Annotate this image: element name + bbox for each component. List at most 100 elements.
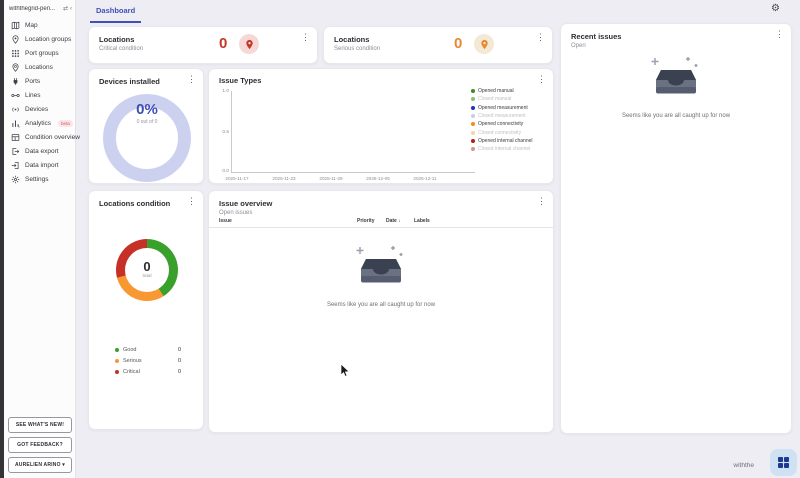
workspace-switch-icon[interactable]: ⇄ <box>63 6 68 12</box>
kebab-menu-icon[interactable]: ⋮ <box>187 197 196 206</box>
legend-dot <box>471 97 475 101</box>
kebab-menu-icon[interactable]: ⋮ <box>187 75 196 84</box>
tab-dashboard[interactable]: Dashboard <box>90 6 141 23</box>
sidebar-footer: SEE WHAT'S NEW! GOT FEEDBACK? AURELIEN A… <box>4 413 76 473</box>
sidebar-item-label: Analytics <box>25 120 51 127</box>
data-export-icon <box>11 147 20 156</box>
condition-legend: Good0Serious0Critical0 <box>115 344 181 377</box>
legend-label: Closed connectivity <box>478 130 521 136</box>
workspace-name: withthegrid-pen... <box>9 6 61 12</box>
analytics-icon <box>11 119 20 128</box>
condition-legend-item[interactable]: Good0 <box>115 344 181 355</box>
sidebar-item-settings[interactable]: Settings <box>4 172 75 186</box>
legend-label: Opened measurement <box>478 105 528 111</box>
beta-badge: beta <box>58 120 73 127</box>
legend-label: Closed manual <box>478 96 511 102</box>
legend-item[interactable]: Closed measurement <box>471 112 545 120</box>
sidebar-item-data-import[interactable]: Data import <box>4 158 75 172</box>
whats-new-button[interactable]: SEE WHAT'S NEW! <box>8 417 72 433</box>
legend-item[interactable]: Opened connectivity <box>471 120 545 128</box>
column-header-date[interactable]: Date ↓ <box>386 218 401 224</box>
sidebar-item-label: Map <box>25 22 38 29</box>
legend-dot <box>471 147 475 151</box>
issue-types-card: Issue Types ⋮ 1.0 0.5 0.0 2025-11-17 202… <box>208 68 554 184</box>
legend-item[interactable]: Opened internal channel <box>471 137 545 145</box>
locations-condition-card: Locations condition ⋮ 0 total Good0Serio… <box>88 190 204 430</box>
column-header-priority[interactable]: Priority <box>357 218 375 224</box>
devices-donut-value: 0% <box>89 101 205 118</box>
empty-state: Seems like you are all caught up for now <box>209 243 553 308</box>
x-tick: 2025-12-05 <box>366 176 390 181</box>
legend-item[interactable]: Closed connectivity <box>471 128 545 136</box>
devices-installed-card: Devices installed ⋮ 0% 0 out of 0 <box>88 68 204 184</box>
column-header-issue[interactable]: Issue <box>219 218 232 224</box>
condition-overview-icon <box>11 133 20 142</box>
card-title: Issue Types <box>219 76 261 85</box>
column-header-labels[interactable]: Labels <box>414 218 430 224</box>
help-widget-button[interactable] <box>770 449 797 476</box>
issue-types-plot: 1.0 0.5 0.0 <box>231 91 475 173</box>
table-header-row: Issue Priority Date ↓ Labels <box>209 218 553 228</box>
kebab-menu-icon[interactable]: ⋮ <box>537 197 546 206</box>
kebab-menu-icon[interactable]: ⋮ <box>775 30 784 39</box>
legend-dot <box>471 89 475 93</box>
locations-pin-icon <box>11 63 20 72</box>
sidebar-item-lines[interactable]: Lines <box>4 88 75 102</box>
devices-icon <box>11 105 20 114</box>
sidebar-item-label: Ports <box>25 78 40 85</box>
condition-total-label: total <box>89 274 205 279</box>
legend-dot <box>471 106 475 110</box>
card-title: Locations <box>334 35 380 44</box>
devices-donut-center: 0% 0 out of 0 <box>89 101 205 125</box>
stat-value: 0 <box>454 35 462 52</box>
card-title: Issue overview <box>219 199 272 208</box>
empty-message: Seems like you are all caught up for now <box>209 302 553 308</box>
sidebar-item-map[interactable]: Map <box>4 18 75 32</box>
legend-item[interactable]: Opened manual <box>471 87 545 95</box>
card-header: Devices installed <box>99 77 160 86</box>
card-subtitle: Critical condition <box>99 46 143 52</box>
gear-icon[interactable]: ⚙ <box>771 4 780 14</box>
caret-down-icon: ▾ <box>62 462 65 468</box>
kebab-menu-icon[interactable]: ⋮ <box>301 33 310 42</box>
user-menu-button[interactable]: AURELIEN ARINO ▾ <box>8 457 72 473</box>
sidebar-item-label: Port groups <box>25 50 59 57</box>
card-header: Issue overview Open issues <box>219 199 272 216</box>
legend-item[interactable]: Closed internal channel <box>471 145 545 153</box>
legend-dot <box>471 114 475 118</box>
brand-watermark: withthe <box>733 462 754 469</box>
sidebar-menu: Map Location groups Port groups Location… <box>4 18 75 186</box>
empty-state: Seems like you are all caught up for now <box>561 54 791 119</box>
sidebar-item-location-groups[interactable]: Location groups <box>4 32 75 46</box>
kebab-menu-icon[interactable]: ⋮ <box>537 75 546 84</box>
feedback-button[interactable]: GOT FEEDBACK? <box>8 437 72 453</box>
sidebar-item-analytics[interactable]: Analytics beta <box>4 116 75 130</box>
stat-card: Locations Critical condition 0 ⋮ <box>88 26 318 64</box>
legend-item[interactable]: Opened measurement <box>471 104 545 112</box>
sidebar-item-data-export[interactable]: Data export <box>4 144 75 158</box>
location-groups-icon <box>11 35 20 44</box>
map-icon <box>11 21 20 30</box>
sidebar-item-devices[interactable]: Devices <box>4 102 75 116</box>
sidebar-item-label: Location groups <box>25 36 71 43</box>
legend-item[interactable]: Closed manual <box>471 95 545 103</box>
location-pin-badge <box>474 34 494 54</box>
legend-label: Opened manual <box>478 88 514 94</box>
sidebar-item-ports[interactable]: Ports <box>4 74 75 88</box>
card-title: Recent issues <box>571 32 621 41</box>
legend-label: Opened internal channel <box>478 138 533 144</box>
sidebar-collapse-icon[interactable]: ‹ <box>70 6 72 12</box>
legend-label: Good <box>123 347 174 353</box>
legend-value: 0 <box>178 358 181 364</box>
condition-legend-item[interactable]: Critical0 <box>115 366 181 377</box>
card-header: Locations condition <box>99 199 170 208</box>
sidebar-item-locations[interactable]: Locations <box>4 60 75 74</box>
kebab-menu-icon[interactable]: ⋮ <box>536 33 545 42</box>
condition-legend-item[interactable]: Serious0 <box>115 355 181 366</box>
user-name: AURELIEN ARINO <box>15 462 61 468</box>
empty-inbox-icon <box>645 54 707 102</box>
condition-total-value: 0 <box>89 259 205 274</box>
sidebar-item-condition-overview[interactable]: Condition overview <box>4 130 75 144</box>
workspace-header: withthegrid-pen... ⇄ ‹ <box>4 0 75 16</box>
sidebar-item-port-groups[interactable]: Port groups <box>4 46 75 60</box>
